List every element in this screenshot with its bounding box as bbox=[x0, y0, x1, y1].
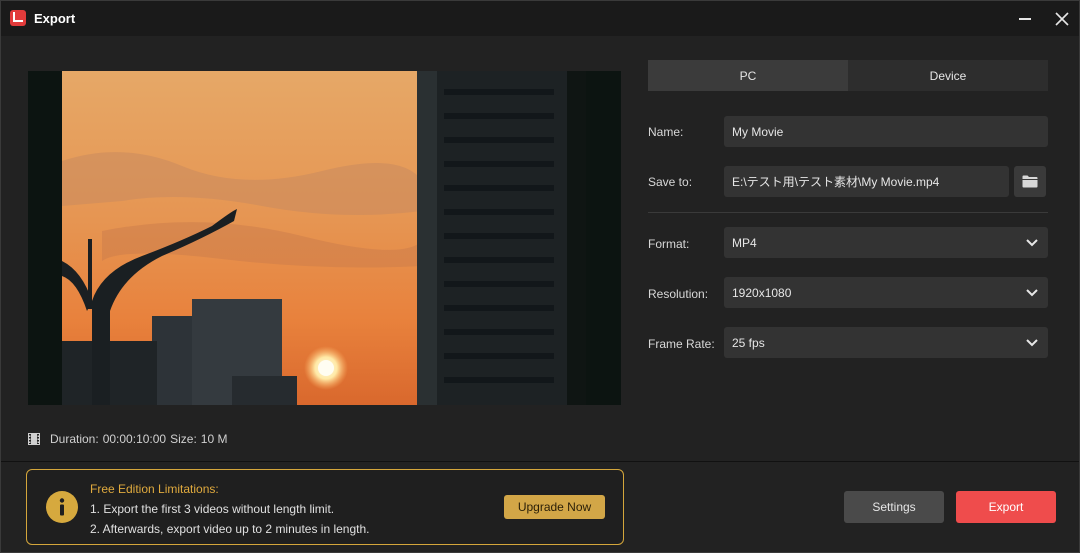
close-button[interactable] bbox=[1051, 8, 1073, 30]
name-field[interactable]: My Movie bbox=[724, 116, 1048, 147]
size-value: 10 M bbox=[200, 432, 228, 446]
resolution-label: Resolution: bbox=[648, 287, 709, 301]
title-bar: Export bbox=[1, 1, 1079, 36]
frame-rate-value: 25 fps bbox=[732, 335, 765, 350]
name-label: Name: bbox=[648, 125, 684, 139]
tab-device[interactable]: Device bbox=[848, 60, 1048, 91]
size-label: Size: bbox=[170, 432, 197, 446]
preview-frame bbox=[62, 71, 586, 405]
minimize-button[interactable] bbox=[1014, 8, 1036, 30]
export-button[interactable]: Export bbox=[956, 491, 1056, 523]
settings-button[interactable]: Settings bbox=[844, 491, 944, 523]
folder-icon bbox=[1022, 175, 1038, 188]
close-icon bbox=[1055, 12, 1069, 26]
export-target-tabs: PC Device bbox=[648, 60, 1048, 91]
video-preview bbox=[28, 71, 621, 405]
upgrade-now-button[interactable]: Upgrade Now bbox=[504, 495, 605, 519]
tab-pc[interactable]: PC bbox=[648, 60, 848, 91]
browse-folder-button[interactable] bbox=[1014, 166, 1046, 197]
notice-title: Free Edition Limitations: bbox=[90, 482, 219, 496]
frame-rate-select[interactable]: 25 fps bbox=[724, 327, 1048, 358]
chevron-down-icon bbox=[1026, 338, 1038, 346]
duration-value: 00:00:10:00 bbox=[102, 432, 167, 446]
resolution-value: 1920x1080 bbox=[732, 285, 792, 300]
window-title: Export bbox=[34, 11, 76, 26]
app-logo-icon bbox=[10, 10, 26, 26]
format-select[interactable]: MP4 bbox=[724, 227, 1048, 258]
save-path-field[interactable]: E:\テスト用\テスト素材\My Movie.mp4 bbox=[724, 166, 1009, 197]
free-edition-notice: Free Edition Limitations: 1. Export the … bbox=[26, 469, 624, 545]
resolution-select[interactable]: 1920x1080 bbox=[724, 277, 1048, 308]
export-dialog: Export Duration: 00:00:10:00 Size: 10 M … bbox=[0, 0, 1080, 553]
info-icon bbox=[46, 491, 78, 523]
save-to-label: Save to: bbox=[648, 175, 693, 189]
notice-line-1: 1. Export the first 3 videos without len… bbox=[90, 502, 335, 516]
format-label: Format: bbox=[648, 237, 690, 251]
chevron-down-icon bbox=[1026, 238, 1038, 246]
film-icon bbox=[28, 433, 40, 445]
preview-meta: Duration: 00:00:10:00 Size: 10 M bbox=[28, 432, 227, 446]
format-value: MP4 bbox=[732, 235, 757, 250]
footer-divider bbox=[1, 461, 1079, 462]
duration-label: Duration: bbox=[50, 432, 99, 446]
notice-line-2: 2. Afterwards, export video up to 2 minu… bbox=[90, 522, 370, 536]
frame-rate-label: Frame Rate: bbox=[648, 337, 715, 351]
form-divider bbox=[648, 212, 1048, 213]
chevron-down-icon bbox=[1026, 288, 1038, 296]
minimize-icon bbox=[1019, 18, 1031, 20]
